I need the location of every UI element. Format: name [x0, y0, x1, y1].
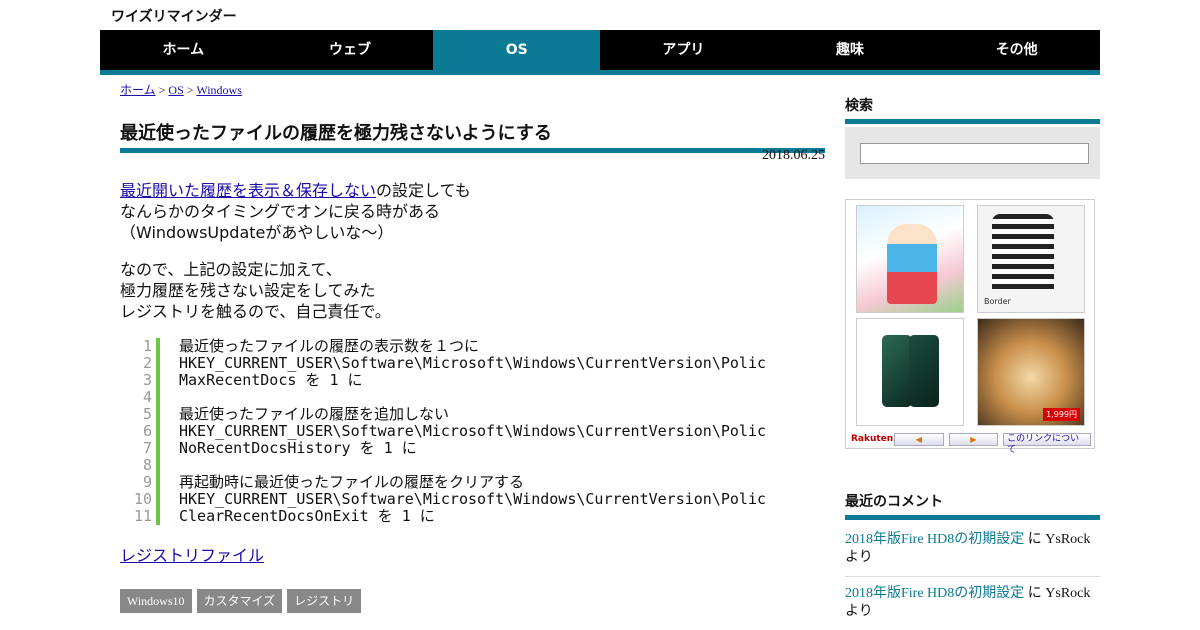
comment-item: 2018年版Fire HD8の初期設定 に YsRock より [845, 531, 1100, 577]
comment-author: YsRock [1045, 532, 1091, 547]
nav-apps[interactable]: アプリ [600, 30, 767, 70]
nav-underline [100, 70, 1100, 75]
tag-windows10[interactable]: Windows10 [120, 589, 192, 613]
line-number: 5 [120, 406, 160, 423]
ad-tile-border-shirt[interactable]: Border [977, 205, 1085, 313]
breadcrumb-home[interactable]: ホーム [120, 83, 156, 97]
rakuten-logo[interactable]: Rakuten [851, 434, 893, 444]
comment-text: より [845, 604, 873, 619]
comment-author: YsRock [1045, 586, 1091, 601]
intro-text: （WindowsUpdateがあやしいな～） [120, 223, 394, 242]
line-number: 8 [120, 457, 160, 474]
ad-next-button[interactable]: ▶ [948, 432, 999, 446]
ad-tile-food[interactable]: 1,999円 [977, 318, 1085, 426]
line-number: 11 [120, 508, 160, 525]
code-text: HKEY_CURRENT_USER\Software\Microsoft\Win… [179, 422, 766, 440]
tag-customize[interactable]: カスタマイズ [196, 589, 283, 613]
nav-home[interactable]: ホーム [100, 30, 267, 70]
comment-text: に [1024, 586, 1046, 601]
intro-text: の設定しても [376, 181, 471, 200]
ad-prev-button[interactable]: ◀ [894, 432, 944, 446]
ad-footer: Rakuten ◀ ▶ このリンクについて [851, 431, 1091, 455]
comment-item: 2018年版Fire HD8の初期設定 に YsRock より [845, 585, 1100, 621]
nav-other[interactable]: その他 [933, 30, 1100, 70]
code-line: 2 HKEY_CURRENT_USER\Software\Microsoft\Wi… [120, 355, 825, 372]
second-paragraph: なので、上記の設定に加えて、 極力履歴を残さない設定をしてみた レジストリを触る… [120, 259, 391, 322]
line-number: 3 [120, 372, 160, 389]
line-number: 6 [120, 423, 160, 440]
code-text: NoRecentDocsHistory を 1 に [179, 439, 417, 457]
paragraph-text: レジストリを触るので、自己責任で。 [120, 302, 391, 321]
code-text: 最近使ったファイルの履歴の表示数を１つに [179, 338, 480, 355]
search-heading: 検索 [845, 95, 1100, 124]
code-line: 9 再起動時に最近使ったファイルの履歴をクリアする [120, 474, 825, 491]
nav-hobby[interactable]: 趣味 [767, 30, 934, 70]
line-number: 9 [120, 474, 160, 491]
code-block[interactable]: 1 最近使ったファイルの履歴の表示数を１つに 2 HKEY_CURRENT_USER… [120, 338, 825, 526]
breadcrumb-separator: > [158, 83, 166, 97]
code-text: 最近使ったファイルの履歴を追加しない [179, 405, 450, 423]
line-number: 2 [120, 355, 160, 372]
sale-badge: 1,999円 [1043, 408, 1080, 421]
intro-link[interactable]: 最近開いた履歴を表示＆保存しない [120, 181, 376, 200]
code-text: HKEY_CURRENT_USER\Software\Microsoft\Win… [179, 490, 766, 508]
ad-widget: Border 1,999円 Rakuten ◀ ▶ このリンクについて [845, 199, 1095, 455]
comment-post-link[interactable]: 2018年版Fire HD8の初期設定 [845, 532, 1024, 547]
line-number: 1 [120, 338, 160, 355]
tag-registry[interactable]: レジストリ [287, 589, 362, 613]
code-line: 1 最近使ったファイルの履歴の表示数を１つに [120, 338, 825, 355]
breadcrumb: ホーム > OS > Windows [120, 81, 242, 98]
ad-image [909, 335, 939, 407]
comment-post-link[interactable]: 2018年版Fire HD8の初期設定 [845, 586, 1024, 601]
comment-text: より [845, 550, 873, 565]
line-number: 4 [120, 389, 160, 406]
code-line: 7 NoRecentDocsHistory を 1 に [120, 440, 825, 457]
intro-text: なんらかのタイミングでオンに戻る時がある [120, 202, 441, 221]
recent-comments-heading: 最近のコメント [845, 491, 1100, 520]
code-text: ClearRecentDocsOnExit を 1 に [179, 507, 435, 525]
line-number: 7 [120, 440, 160, 457]
breadcrumb-separator: > [186, 83, 194, 97]
intro-paragraph: 最近開いた履歴を表示＆保存しないの設定しても なんらかのタイミングでオンに戻る時… [120, 180, 471, 243]
code-text: HKEY_CURRENT_USER\Software\Microsoft\Win… [179, 354, 766, 372]
paragraph-text: なので、上記の設定に加えて、 [120, 260, 342, 279]
code-line: 5 最近使ったファイルの履歴を追加しない [120, 406, 825, 423]
search-widget [845, 127, 1100, 179]
ad-tile-smartphone[interactable] [856, 318, 964, 426]
ad-caption: Border [984, 297, 1011, 306]
ad-tile-kids-clothing[interactable] [856, 205, 964, 313]
code-line: 6 HKEY_CURRENT_USER\Software\Microsoft\Wi… [120, 423, 825, 440]
ad-image [887, 224, 937, 304]
code-line: 10 HKEY_CURRENT_USER\Software\Microsoft\W… [120, 491, 825, 508]
ad-image [992, 214, 1054, 290]
code-line: 11 ClearRecentDocsOnExit を 1 に [120, 508, 825, 525]
code-text: MaxRecentDocs を 1 に [179, 371, 363, 389]
paragraph-text: 極力履歴を残さない設定をしてみた [120, 281, 376, 300]
main-nav: ホーム ウェブ OS アプリ 趣味 その他 [100, 30, 1100, 70]
code-line: 8 [120, 457, 825, 474]
code-line: 4 [120, 389, 825, 406]
post-date: 2018.06.25 [762, 148, 825, 163]
tag-list: Windows10 カスタマイズ レジストリ [120, 589, 362, 613]
search-input[interactable] [860, 143, 1089, 164]
breadcrumb-windows[interactable]: Windows [196, 83, 242, 97]
code-line: 3 MaxRecentDocs を 1 に [120, 372, 825, 389]
breadcrumb-os[interactable]: OS [168, 83, 183, 97]
code-text: 再起動時に最近使ったファイルの履歴をクリアする [179, 473, 525, 491]
site-title[interactable]: ワイズリマインダー [111, 6, 237, 26]
ad-about-link[interactable]: このリンクについて [1003, 432, 1091, 455]
comment-text: に [1024, 532, 1046, 547]
ad-image [882, 335, 912, 407]
nav-os[interactable]: OS [433, 30, 601, 70]
nav-web[interactable]: ウェブ [267, 30, 434, 70]
registry-file-link[interactable]: レジストリファイル [120, 542, 264, 566]
line-number: 10 [120, 491, 160, 508]
